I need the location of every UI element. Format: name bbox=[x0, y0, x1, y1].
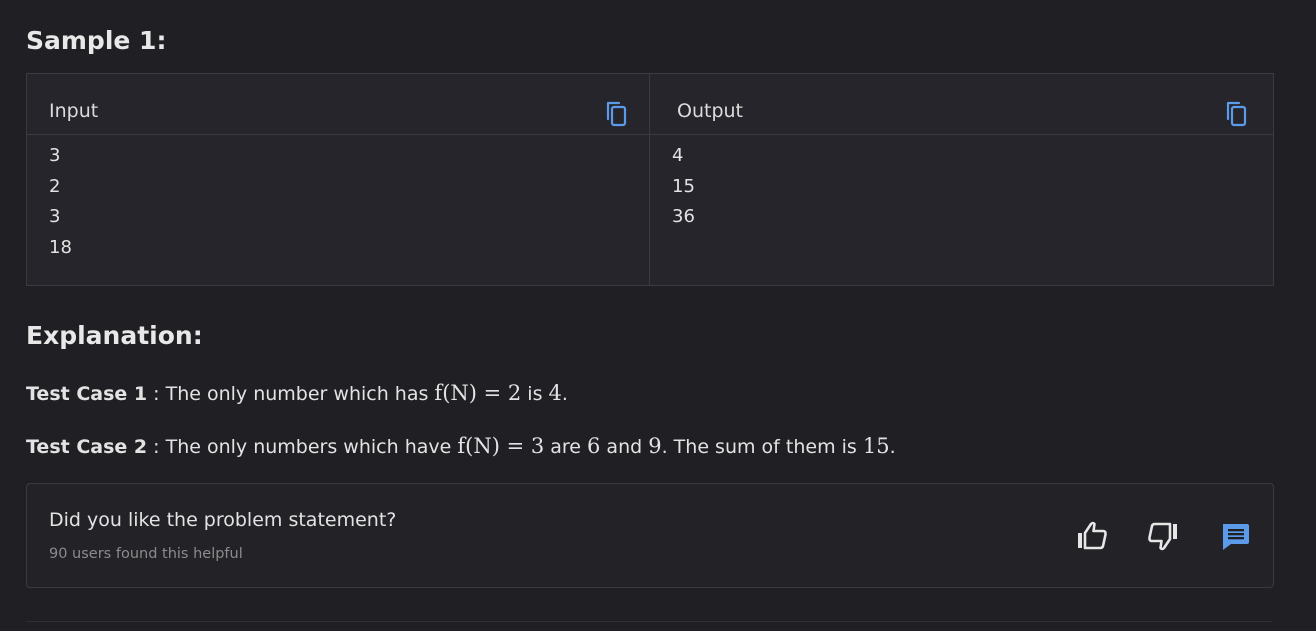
math-number: 6 bbox=[587, 434, 601, 458]
input-line: 2 bbox=[49, 175, 61, 197]
explanation-text: The only number which has bbox=[165, 383, 435, 405]
input-label: Input bbox=[49, 100, 99, 122]
explanation-text: The only numbers which have bbox=[165, 436, 458, 458]
test-case-label: Test Case 1 bbox=[26, 383, 148, 405]
output-header: Output bbox=[650, 74, 1273, 135]
feedback-card: Did you like the problem statement? 90 u… bbox=[26, 483, 1274, 588]
input-line: 18 bbox=[49, 236, 72, 258]
separator: : bbox=[147, 383, 166, 405]
output-label: Output bbox=[677, 100, 743, 122]
sample-io-table: Input 3 2 3 18 Output 4 15 36 bbox=[26, 73, 1274, 286]
input-line: 3 bbox=[49, 145, 61, 166]
output-body: 4 15 36 bbox=[650, 135, 1273, 236]
feedback-question: Did you like the problem statement? bbox=[49, 509, 397, 531]
test-case-label: Test Case 2 bbox=[26, 436, 148, 458]
input-line: 3 bbox=[49, 206, 61, 227]
explanation-text: . The sum of them is bbox=[661, 436, 863, 458]
output-line: 4 bbox=[672, 145, 684, 166]
math-number: 9 bbox=[648, 434, 662, 458]
output-line: 36 bbox=[672, 206, 695, 227]
math-number: 15 bbox=[862, 434, 890, 458]
comment-icon[interactable] bbox=[1219, 520, 1251, 552]
input-body: 3 2 3 18 bbox=[27, 135, 649, 266]
helpful-count: 90 users found this helpful bbox=[49, 546, 243, 562]
math-expression: f(N) = 3 bbox=[457, 434, 545, 458]
problem-page: Sample 1: Input 3 2 3 18 Output 4 15 36 … bbox=[0, 0, 1316, 631]
thumbs-up-icon[interactable] bbox=[1076, 520, 1108, 552]
explanation-text: is bbox=[521, 383, 549, 405]
input-column: Input 3 2 3 18 bbox=[27, 74, 650, 285]
output-column: Output 4 15 36 bbox=[650, 74, 1273, 285]
separator: : bbox=[147, 436, 166, 458]
math-expression: f(N) = 2 bbox=[434, 381, 522, 405]
explanation-text: . bbox=[561, 383, 568, 405]
output-line: 15 bbox=[672, 175, 695, 197]
explanation-text: . bbox=[889, 436, 896, 458]
input-header: Input bbox=[27, 74, 649, 135]
copy-icon[interactable] bbox=[605, 101, 627, 127]
copy-icon[interactable] bbox=[1225, 101, 1247, 127]
explanation-title: Explanation: bbox=[26, 321, 203, 350]
explanation-text: and bbox=[600, 436, 649, 458]
sample-title: Sample 1: bbox=[26, 26, 167, 55]
explanation-text: are bbox=[544, 436, 588, 458]
test-case-2: Test Case 2 : The only numbers which hav… bbox=[26, 434, 896, 458]
divider bbox=[26, 621, 1272, 622]
math-number: 4 bbox=[548, 381, 562, 405]
thumbs-down-icon[interactable] bbox=[1147, 520, 1179, 552]
test-case-1: Test Case 1 : The only number which has … bbox=[26, 381, 568, 405]
